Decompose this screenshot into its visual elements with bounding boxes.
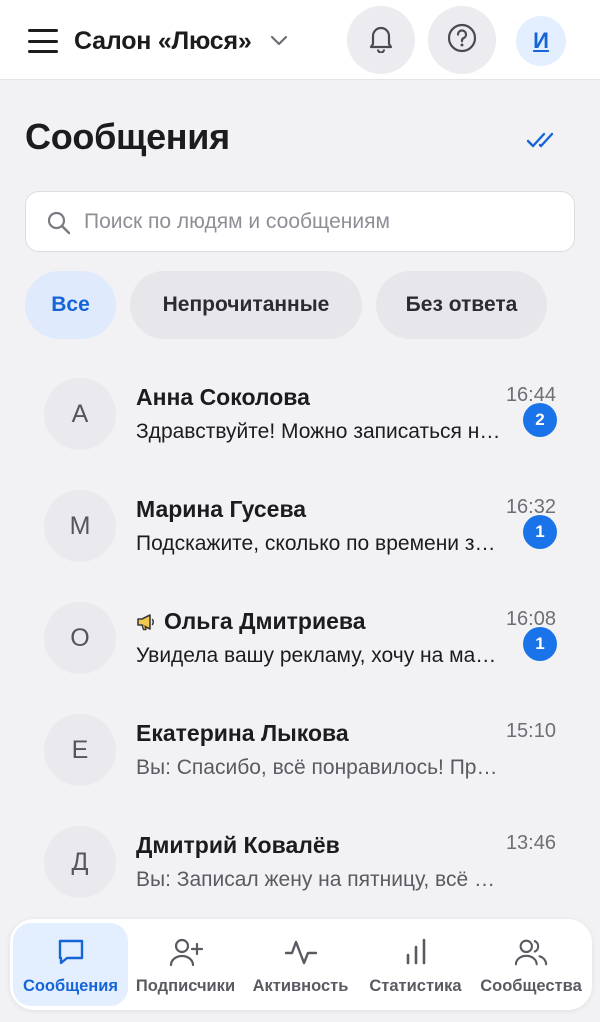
unread-badge: 1 (523, 627, 557, 661)
top-bar: Салон «Люся» И (0, 0, 600, 80)
message-preview: Вы: Записал жену на пятницу, всё верно (136, 868, 504, 891)
users-icon (514, 935, 548, 969)
megaphone-icon (136, 613, 156, 631)
nav-subscribers[interactable]: Подписчики (128, 923, 243, 1006)
bottom-nav: Сообщения Подписчики Активность Статисти… (10, 919, 592, 1010)
message-preview: Подскажите, сколько по времени займёт ок… (136, 532, 504, 555)
notifications-button[interactable] (347, 6, 415, 74)
nav-label: Активность (252, 977, 349, 995)
search-input[interactable] (84, 192, 564, 251)
conversation-item[interactable]: О Ольга Дмитриева 16:08 Увидела вашу рек… (0, 602, 600, 714)
message-time: 16:44 (505, 384, 556, 406)
conversation-item[interactable]: М Марина Гусева 16:32 Подскажите, скольк… (0, 490, 600, 602)
help-button[interactable] (428, 6, 496, 74)
contact-name: Дмитрий Ковалёв (136, 832, 340, 858)
double-check-icon[interactable] (524, 122, 560, 158)
contact-name: Марина Гусева (136, 496, 307, 522)
nav-statistics[interactable]: Статистика (358, 923, 473, 1006)
activity-icon (284, 935, 318, 969)
nav-label: Сообщества (480, 977, 582, 995)
user-avatar[interactable]: И (516, 16, 566, 66)
conversation-item[interactable]: А Анна Соколова 16:44 Здравствуйте! Можн… (0, 378, 600, 490)
message-preview: Увидела вашу рекламу, хочу на маникюр (136, 644, 504, 667)
org-switcher[interactable]: Салон «Люся» (74, 22, 288, 60)
bell-icon (367, 23, 395, 58)
nav-label: Подписчики (135, 977, 236, 995)
avatar: М (44, 490, 116, 562)
message-time: 16:08 (505, 608, 556, 630)
filter-all[interactable]: Все (25, 271, 116, 339)
unread-badge: 2 (523, 403, 557, 437)
unread-badge: 1 (523, 515, 557, 549)
contact-name: Анна Соколова (136, 384, 310, 410)
nav-activity[interactable]: Активность (243, 923, 358, 1006)
contact-name: Ольга Дмитриева (136, 608, 366, 635)
org-name: Салон «Люся» (74, 26, 252, 55)
bar-chart-icon (399, 935, 433, 969)
menu-icon[interactable] (26, 26, 60, 56)
message-preview: Вы: Спасибо, всё понравилось! Приходите … (136, 756, 504, 779)
help-icon (446, 22, 478, 59)
filter-no-reply[interactable]: Без ответа (376, 271, 547, 339)
search-icon (46, 210, 72, 236)
chevron-down-icon (270, 32, 288, 50)
page-title: Сообщения (25, 116, 230, 157)
message-preview: Здравствуйте! Можно записаться на стрижк… (136, 420, 504, 443)
avatar: О (44, 602, 116, 674)
search-box (25, 191, 575, 252)
message-time: 13:46 (505, 832, 556, 854)
conversation-item[interactable]: Е Екатерина Лыкова 15:10 Вы: Спасибо, вс… (0, 714, 600, 826)
nav-messages[interactable]: Сообщения (13, 923, 128, 1006)
avatar: Д (44, 826, 116, 898)
message-time: 16:32 (505, 496, 556, 518)
nav-label: Сообщения (22, 977, 119, 995)
message-time: 15:10 (505, 720, 556, 742)
contact-name: Екатерина Лыкова (136, 720, 349, 746)
avatar: Е (44, 714, 116, 786)
avatar: А (44, 378, 116, 450)
nav-label: Статистика (369, 977, 462, 995)
filter-unread[interactable]: Непрочитанные (130, 271, 362, 339)
nav-communities[interactable]: Сообщества (473, 923, 589, 1006)
chat-icon (54, 935, 88, 969)
user-plus-icon (169, 935, 203, 969)
